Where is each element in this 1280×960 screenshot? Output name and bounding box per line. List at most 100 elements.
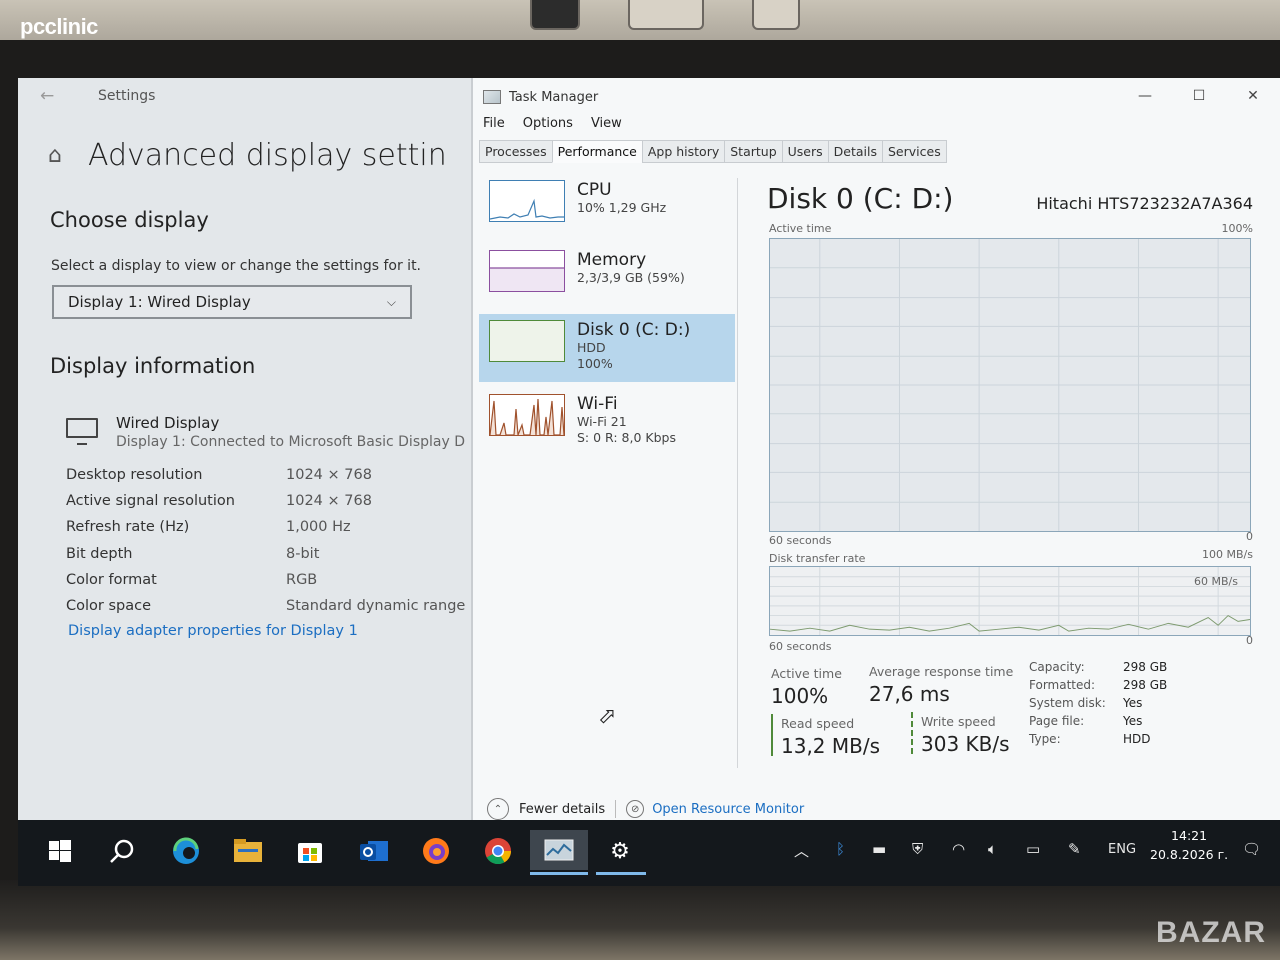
store-icon[interactable]: [294, 835, 326, 867]
menu-view[interactable]: View: [591, 116, 622, 131]
settings-gear-icon[interactable]: ⚙: [604, 835, 636, 867]
chevron-down-icon: ⌵: [386, 294, 396, 309]
stat-active-time-value: 100%: [771, 684, 829, 708]
display-select-value: Display 1: Wired Display: [68, 293, 251, 311]
edge-browser-icon[interactable]: [170, 835, 202, 867]
tab-performance[interactable]: Performance: [551, 140, 643, 163]
stat-active-time-label: Active time: [771, 666, 842, 681]
back-arrow-icon[interactable]: ←: [40, 86, 64, 106]
info-key: Refresh rate (Hz): [66, 519, 190, 535]
start-windows-icon[interactable]: [44, 835, 76, 867]
close-icon[interactable]: ✕: [1226, 78, 1280, 114]
bluetooth-icon[interactable]: ᛒ: [836, 840, 845, 858]
resource-detail: 100%: [577, 356, 613, 371]
tab-app-history[interactable]: App history: [641, 140, 726, 163]
notifications-icon[interactable]: 🗨︎: [1242, 840, 1261, 858]
disk-property: Formatted: 298 GB: [1029, 678, 1167, 692]
active-time-graph: [769, 238, 1251, 532]
resource-item-wifi[interactable]: Wi-Fi Wi-Fi 21 S: 0 R: 8,0 Kbps: [479, 388, 735, 452]
battery-icon[interactable]: ▭: [1026, 840, 1040, 858]
tab-users[interactable]: Users: [781, 140, 829, 163]
info-key: Color space: [66, 598, 152, 614]
watermark: BAZAR: [1156, 916, 1266, 949]
active-app-indicator: [596, 872, 646, 875]
tab-startup[interactable]: Startup: [724, 140, 783, 163]
choose-display-heading: Choose display: [50, 208, 209, 232]
search-icon[interactable]: [106, 835, 138, 867]
tab-details[interactable]: Details: [827, 140, 883, 163]
chevron-up-icon[interactable]: ⌃: [487, 798, 509, 820]
hardware-button: [628, 0, 704, 30]
task-manager-window: Task Manager — ☐ ✕ File Options View Pro…: [471, 78, 1280, 838]
display-adapter-link[interactable]: Display adapter properties for Display 1: [68, 623, 358, 639]
device-icon[interactable]: ▬: [872, 840, 886, 858]
pane-divider: [737, 178, 738, 768]
stat-avg-response-value: 27,6 ms: [869, 682, 950, 706]
resource-item-memory[interactable]: Memory 2,3/3,9 GB (59%): [479, 244, 735, 308]
window-controls: — ☐ ✕: [1118, 78, 1280, 114]
display-select[interactable]: Display 1: Wired Display ⌵: [52, 285, 412, 319]
property-value: HDD: [1123, 732, 1151, 746]
clock-time: 14:21: [1171, 828, 1208, 843]
language-indicator[interactable]: ENG: [1108, 842, 1136, 857]
wifi-icon[interactable]: ◠: [952, 840, 965, 858]
display-info-heading: Display information: [50, 354, 256, 378]
transfer-rate-mid: 60 MB/s: [1194, 575, 1238, 588]
disk-property: Type: HDD: [1029, 732, 1151, 746]
task-manager-taskbar-icon[interactable]: [530, 830, 588, 870]
minimize-icon[interactable]: —: [1118, 78, 1172, 114]
active-time-label: Active time: [769, 222, 832, 235]
info-row: Desktop resolution 1024 × 768: [66, 467, 478, 483]
info-value: Standard dynamic range: [286, 598, 466, 614]
transfer-rate-graph: 60 MB/s: [769, 566, 1251, 636]
transfer-rate-min: 0: [1246, 634, 1253, 647]
menu-options[interactable]: Options: [523, 116, 573, 131]
tab-strip: Processes Performance App history Startu…: [479, 140, 947, 163]
tab-processes[interactable]: Processes: [479, 140, 553, 163]
menu-file[interactable]: File: [483, 116, 505, 131]
property-key: System disk:: [1029, 696, 1106, 710]
maximize-icon[interactable]: ☐: [1172, 78, 1226, 114]
menubar: File Options View: [483, 116, 622, 131]
settings-window: ← Settings ⌂ Advanced display settin Cho…: [18, 78, 478, 838]
security-shield-icon[interactable]: ⛨: [912, 840, 923, 858]
memory-thumbnail-graph: [489, 250, 565, 292]
info-value: 1024 × 768: [286, 493, 372, 509]
resource-detail: Wi-Fi 21: [577, 414, 627, 429]
info-value: 8-bit: [286, 546, 320, 562]
pen-icon[interactable]: ✎: [1068, 840, 1081, 858]
tab-services[interactable]: Services: [882, 140, 947, 163]
property-value: Yes: [1123, 714, 1143, 728]
resource-detail: 10% 1,29 GHz: [577, 200, 667, 215]
active-time-min: 0: [1246, 530, 1253, 543]
file-explorer-icon[interactable]: [232, 835, 264, 867]
resource-monitor-icon: ⊘: [626, 800, 645, 818]
monitor-description: Display 1: Connected to Microsoft Basic …: [116, 434, 465, 450]
resource-detail: S: 0 R: 8,0 Kbps: [577, 430, 676, 445]
page-heading: ⌂ Advanced display settin: [48, 138, 447, 173]
home-icon[interactable]: ⌂: [48, 143, 62, 168]
monitor-icon: [66, 418, 98, 445]
resource-item-cpu[interactable]: CPU 10% 1,29 GHz: [479, 174, 735, 238]
mouse-cursor-icon: ⬀: [598, 704, 617, 729]
stat-read-speed-value: 13,2 MB/s: [781, 734, 881, 758]
fewer-details-link[interactable]: Fewer details: [519, 802, 605, 817]
page-title: Advanced display settin: [87, 138, 447, 173]
clock[interactable]: 14:21 20.8.2026 г.: [1150, 826, 1228, 864]
info-key: Desktop resolution: [66, 467, 203, 483]
chrome-icon[interactable]: [482, 835, 514, 867]
open-resource-monitor-link[interactable]: Open Resource Monitor: [652, 802, 804, 817]
choose-display-help: Select a display to view or change the s…: [51, 258, 422, 274]
resource-detail: 2,3/3,9 GB (59%): [577, 270, 685, 285]
resource-list: CPU 10% 1,29 GHz Memory 2,3/3,9 GB (59%)…: [479, 174, 735, 458]
stat-write-speed-value: 303 KB/s: [921, 732, 1010, 756]
transfer-rate-max: 100 MB/s: [1202, 548, 1253, 561]
outlook-icon[interactable]: [358, 835, 390, 867]
resource-item-disk[interactable]: Disk 0 (C: D:) HDD 100%: [479, 314, 735, 382]
firefox-icon[interactable]: [420, 835, 452, 867]
disk-title: Disk 0 (C: D:): [767, 182, 954, 215]
settings-titlebar: ← Settings: [18, 78, 478, 114]
volume-icon[interactable]: 🔈︎: [988, 840, 997, 858]
show-hidden-icons-chevron-icon[interactable]: ︿: [794, 840, 809, 861]
active-time-max: 100%: [1221, 222, 1253, 235]
